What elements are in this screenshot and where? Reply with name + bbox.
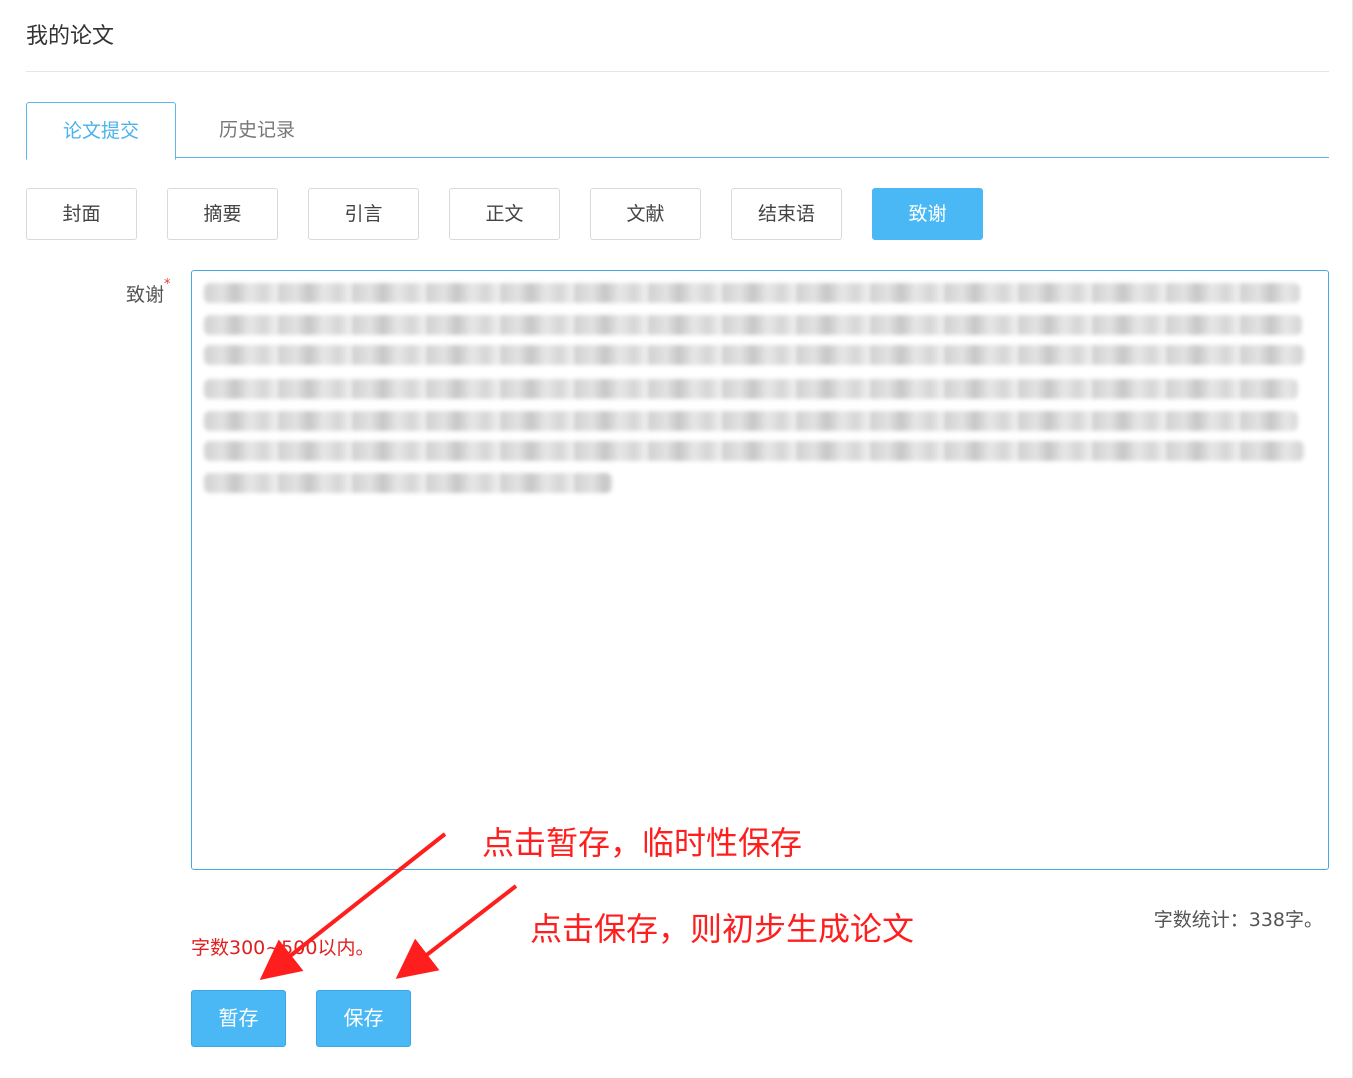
- annotation-arrows: [259, 832, 518, 980]
- arrow-to-save: [395, 884, 518, 979]
- arrow-to-temp-save: [259, 832, 447, 980]
